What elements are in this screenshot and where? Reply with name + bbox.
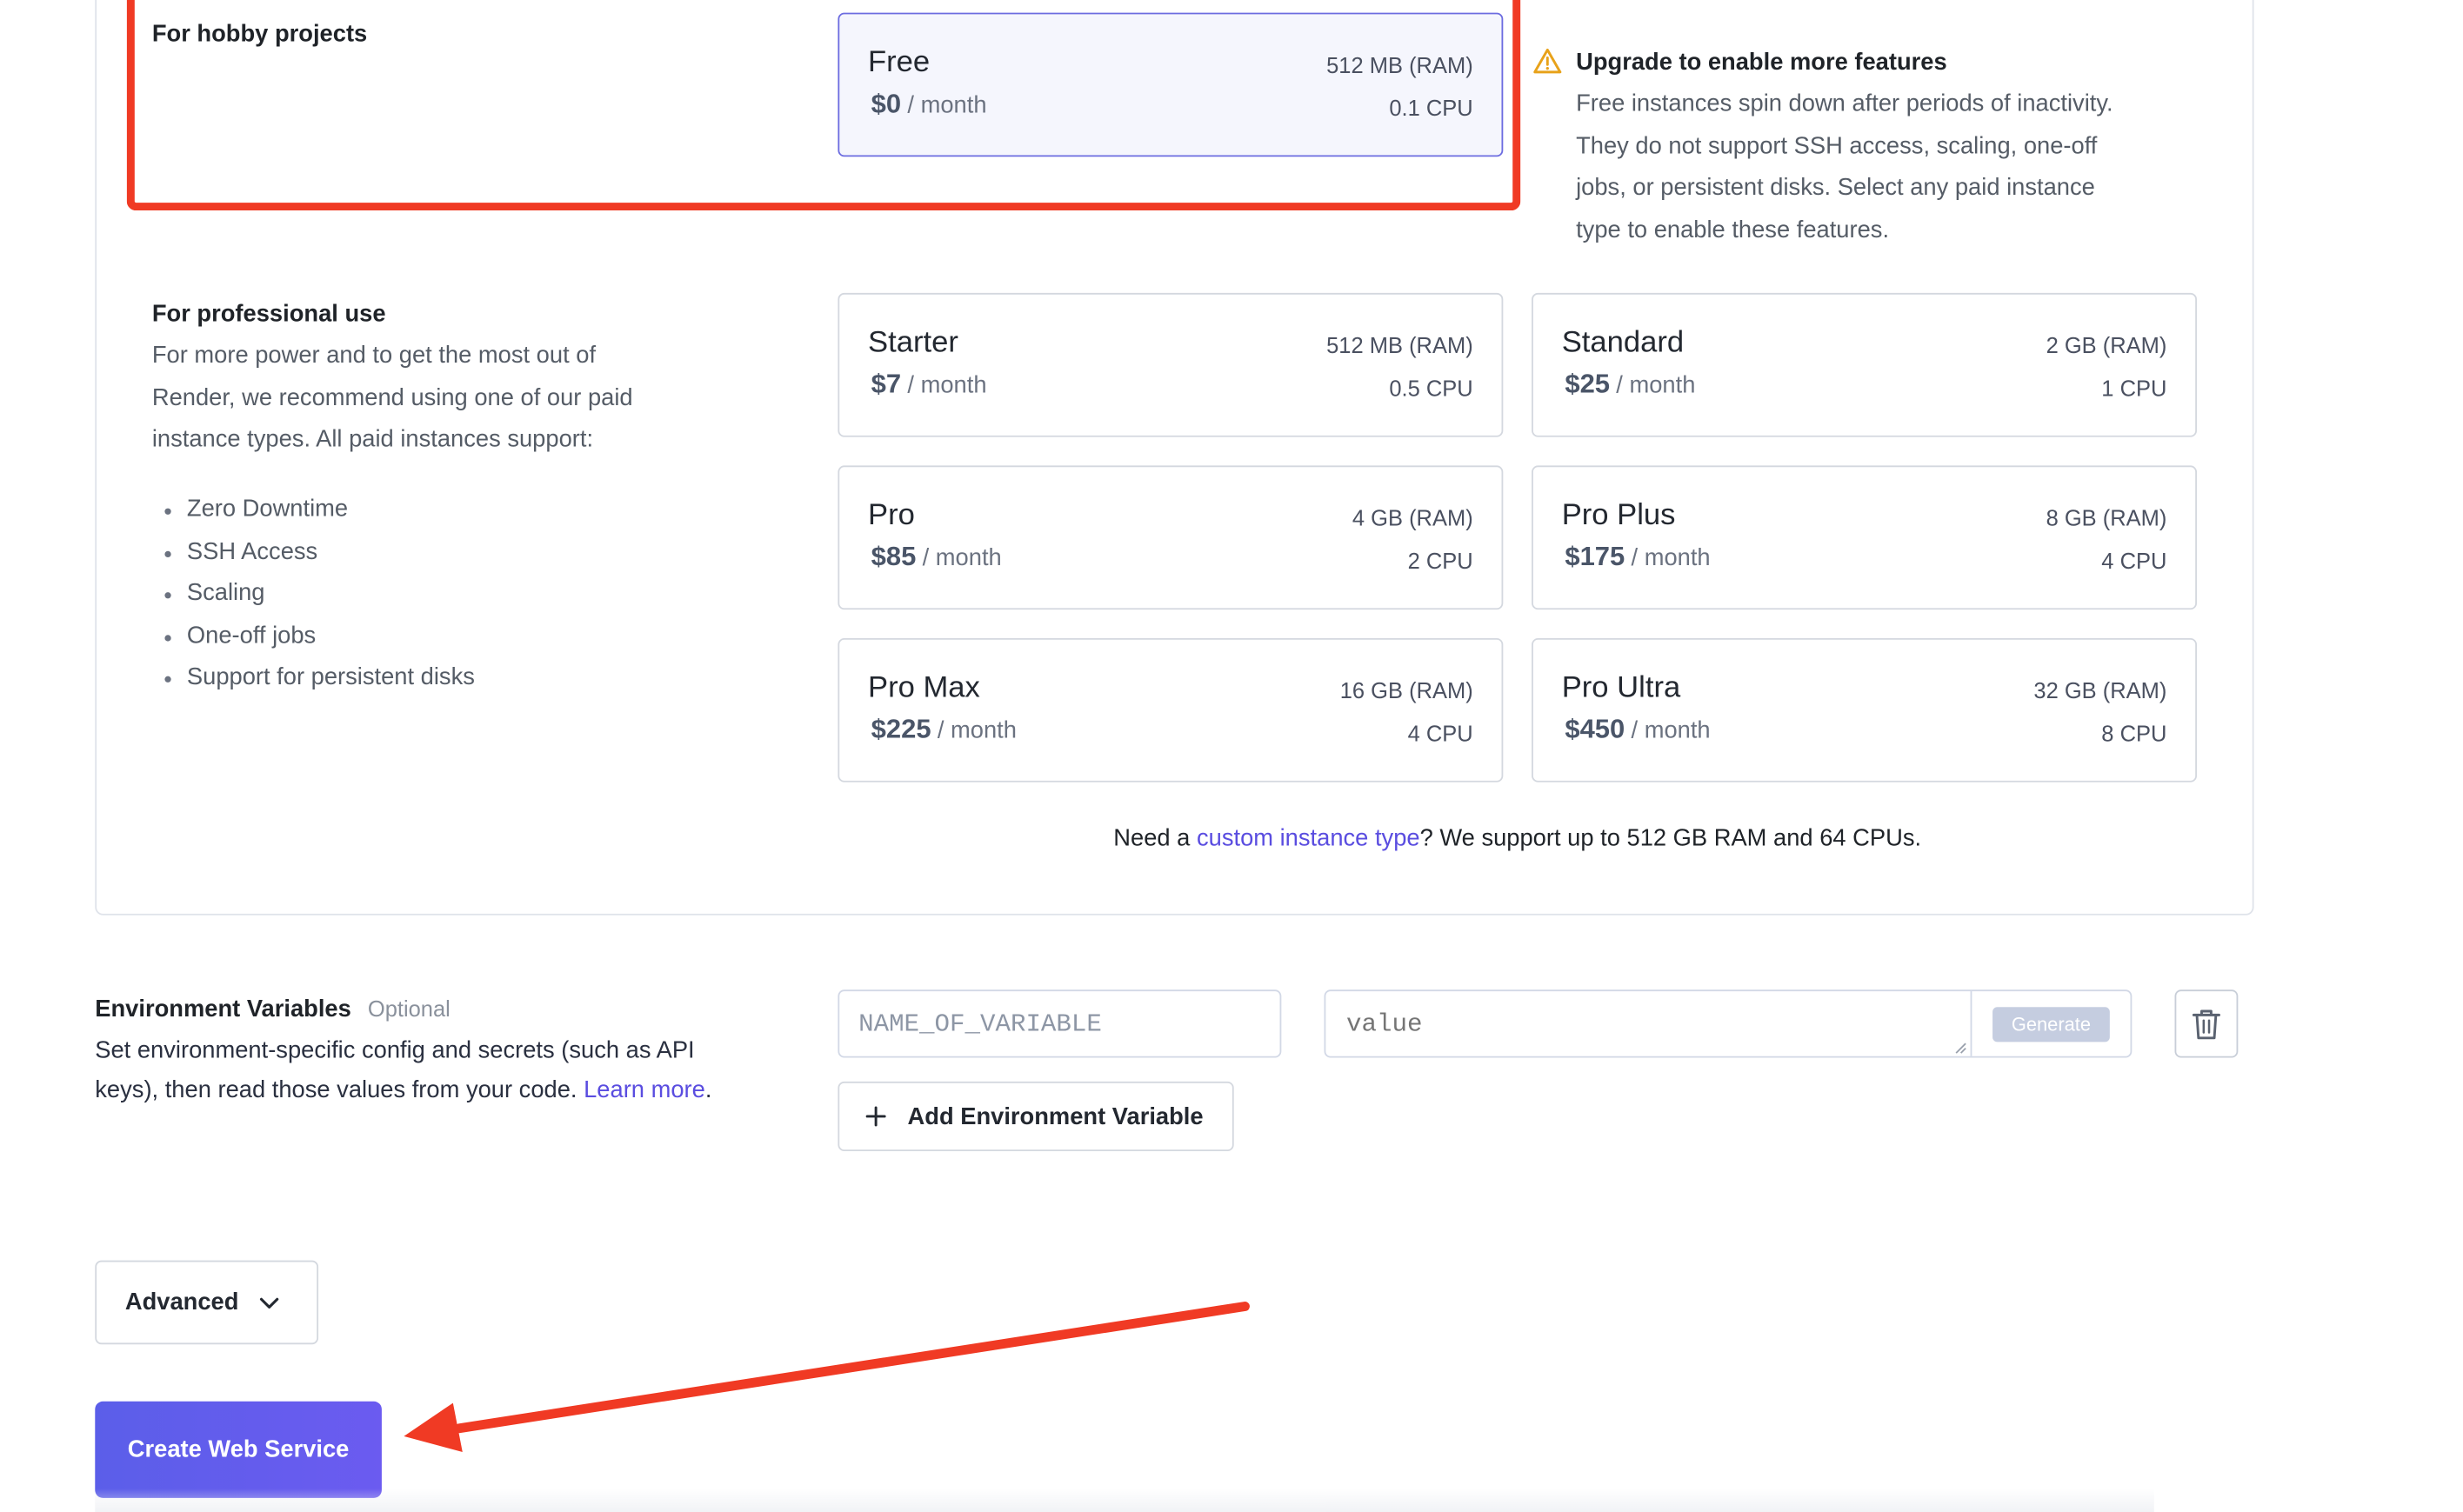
- annotation-arrow: [404, 1302, 1250, 1453]
